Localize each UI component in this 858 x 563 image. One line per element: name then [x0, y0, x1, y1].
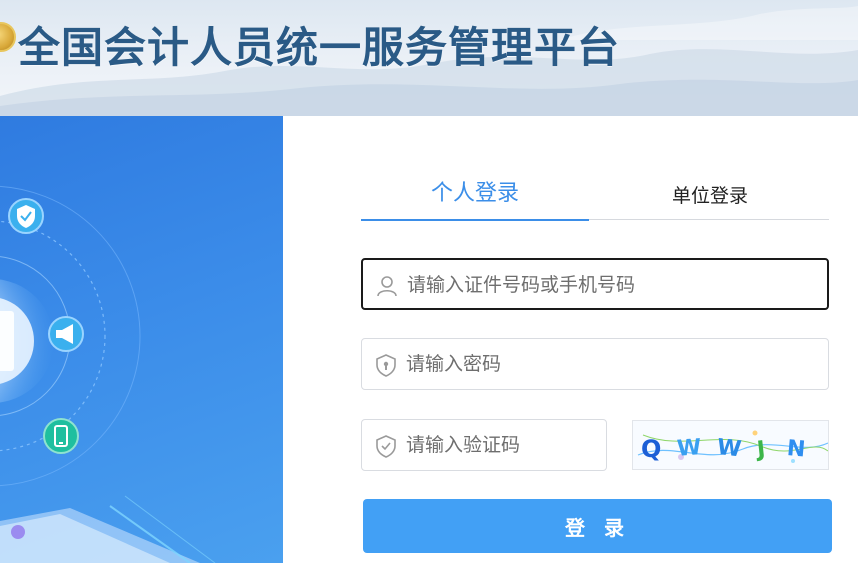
login-panel: 个人登录 单位登录 Q W W — [283, 116, 858, 563]
mobile-phone-icon — [43, 418, 79, 454]
svg-text:W: W — [716, 435, 743, 462]
login-tabs: 个人登录 单位登录 — [361, 174, 829, 221]
password-input[interactable] — [406, 347, 806, 381]
svg-text:W: W — [676, 435, 702, 462]
account-field[interactable] — [361, 258, 829, 310]
svg-text:Q: Q — [641, 435, 661, 463]
shield-lock-icon — [376, 354, 396, 377]
banner-illustration — [0, 185, 216, 563]
user-icon — [377, 276, 397, 297]
tab-unit-login[interactable]: 单位登录 — [591, 174, 829, 220]
password-field[interactable] — [361, 338, 829, 390]
captcha-input[interactable] — [406, 428, 596, 462]
megaphone-icon — [48, 316, 84, 352]
account-input[interactable] — [407, 268, 807, 302]
captcha-image[interactable]: Q W W J N — [632, 420, 829, 470]
page-header: 全国会计人员统一服务管理平台 — [0, 0, 858, 116]
promo-banner — [0, 116, 283, 563]
svg-text:N: N — [786, 436, 807, 463]
shield-check-icon — [8, 198, 44, 234]
captcha-graphic: Q W W J N — [637, 430, 828, 463]
page-title: 全国会计人员统一服务管理平台 — [18, 23, 621, 72]
tab-personal-login[interactable]: 个人登录 — [361, 174, 589, 221]
login-button[interactable]: 登 录 — [363, 499, 832, 553]
svg-text:J: J — [754, 437, 767, 463]
captcha-field[interactable] — [361, 419, 607, 471]
shield-check-icon — [376, 435, 396, 458]
